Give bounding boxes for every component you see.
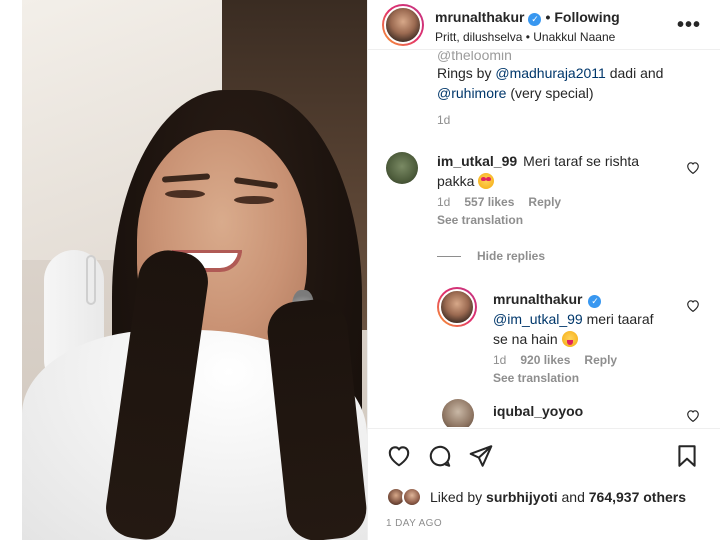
partial-comment-text: iqubal_yoyoo <box>493 401 683 421</box>
author-avatar[interactable] <box>382 4 424 46</box>
post-side-panel: mrunalthakur ✓ • Following Pritt, dilushsel… <box>367 0 720 540</box>
mention-madhuraja[interactable]: @madhuraja2011 <box>495 65 605 81</box>
reply-verified-badge-icon: ✓ <box>588 295 602 308</box>
partial-comment-item: iqubal_yoyoo <box>493 401 683 421</box>
likes-middle: and <box>557 489 589 505</box>
caption-faded-line: @theloomin <box>437 51 512 63</box>
comment-likes[interactable]: 557 likes <box>464 195 514 209</box>
commenter-avatar[interactable] <box>386 152 418 184</box>
comment-icon[interactable] <box>427 443 453 469</box>
reply-meta: 1d 920 likes Reply <box>493 353 683 367</box>
more-options-icon[interactable]: ••• <box>677 14 701 37</box>
likes-summary[interactable]: Liked by surbhijyoti and 764,937 others <box>386 486 716 508</box>
reply-text-block: mrunalthakur ✓ @im_utkal_99 meri taaraf s… <box>493 289 683 349</box>
likes-prefix: Liked by <box>430 489 487 505</box>
bookmark-icon[interactable] <box>674 443 700 469</box>
following-button[interactable]: Following <box>554 9 619 25</box>
hide-replies-line <box>437 256 461 258</box>
action-bar <box>368 428 720 484</box>
partial-comment-username[interactable]: iqubal_yoyoo <box>493 403 583 419</box>
comment-reply-button[interactable]: Reply <box>528 195 561 209</box>
comment-username[interactable]: im_utkal_99 <box>437 153 517 169</box>
tongue-out-emoji <box>561 331 578 347</box>
post-timestamp[interactable]: 1 DAY AGO <box>386 518 442 529</box>
right-eye <box>234 196 274 204</box>
caption-text-1b: dadi and <box>605 65 664 81</box>
comment-text-block: im_utkal_99 Meri taraf se rishta pakka <box>437 151 677 191</box>
likes-count[interactable]: 764,937 others <box>589 489 686 505</box>
partial-comment-like-heart-icon[interactable] <box>686 409 700 425</box>
reply-mention[interactable]: @im_utkal_99 <box>493 311 583 327</box>
reply-text-2: se na hain <box>493 331 558 347</box>
bangle <box>86 255 96 305</box>
partial-commenter-avatar[interactable] <box>442 399 474 427</box>
reply-time[interactable]: 1d <box>493 353 506 367</box>
comment-item: im_utkal_99 Meri taraf se rishta pakka 1d… <box>437 151 677 227</box>
left-gutter <box>0 0 22 540</box>
author-username-row: mrunalthakur ✓ • Following <box>435 9 620 26</box>
heart-icon[interactable] <box>386 443 412 469</box>
author-username[interactable]: mrunalthakur <box>435 9 524 25</box>
mention-ruhimore[interactable]: @ruhimore <box>437 85 506 101</box>
share-icon[interactable] <box>468 443 494 469</box>
reply-like-heart-icon[interactable] <box>686 299 700 315</box>
caption-text-2: (very special) <box>506 85 594 101</box>
reply-reply-button[interactable]: Reply <box>584 353 617 367</box>
comment-like-heart-icon[interactable] <box>686 161 700 177</box>
reply-author-avatar[interactable] <box>437 287 477 327</box>
separator-dot: • <box>545 9 551 25</box>
left-eye <box>165 190 205 198</box>
heart-eyes-emoji <box>478 173 495 189</box>
post-caption: @theloomin Rings by @madhuraja2011 dadi … <box>437 51 707 103</box>
post-video[interactable] <box>22 0 367 540</box>
liker-avatar-2 <box>402 487 422 507</box>
caption-time[interactable]: 1d <box>437 113 450 127</box>
comments-list[interactable]: @theloomin Rings by @madhuraja2011 dadi … <box>368 51 720 427</box>
reply-see-translation[interactable]: See translation <box>493 371 683 385</box>
hide-replies-label: Hide replies <box>477 249 546 263</box>
post-header: mrunalthakur ✓ • Following Pritt, dilushsel… <box>368 0 720 50</box>
reply-likes[interactable]: 920 likes <box>520 353 570 367</box>
hide-replies-button[interactable]: Hide replies <box>437 249 545 263</box>
reply-text-1: meri taaraf <box>582 311 654 327</box>
comment-time[interactable]: 1d <box>437 195 450 209</box>
likes-user[interactable]: surbhijyoti <box>486 489 558 505</box>
liker-avatars <box>386 486 426 508</box>
reply-item: mrunalthakur ✓ @im_utkal_99 meri taaraf s… <box>493 289 683 385</box>
reply-username[interactable]: mrunalthakur <box>493 291 582 307</box>
comment-see-translation[interactable]: See translation <box>437 213 677 227</box>
likes-text: Liked by surbhijyoti and 764,937 others <box>430 489 686 505</box>
caption-text-1a: Rings by <box>437 65 496 81</box>
post-subline[interactable]: Pritt, dilushselva • Unakkul Naane <box>435 30 615 44</box>
comment-meta: 1d 557 likes Reply <box>437 195 677 209</box>
verified-badge-icon: ✓ <box>528 13 542 26</box>
